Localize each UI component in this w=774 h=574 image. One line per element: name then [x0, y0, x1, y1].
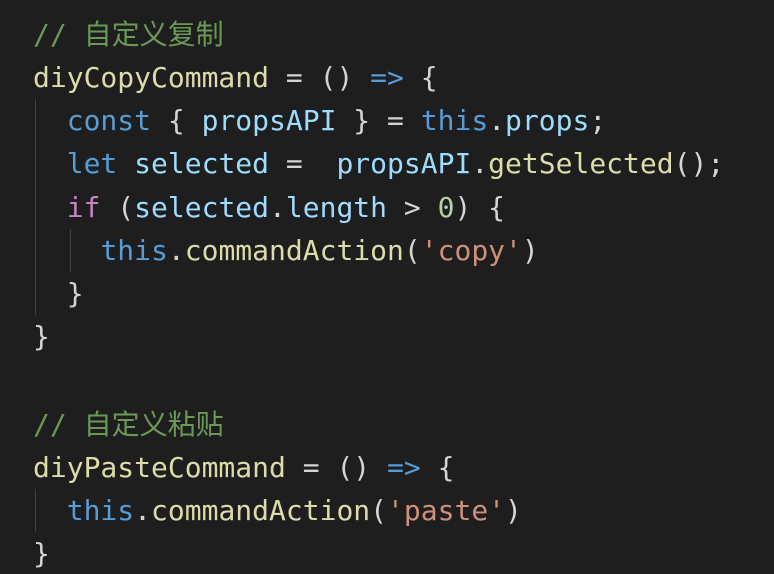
assign-token: = (): [269, 61, 371, 94]
gt-token: >: [387, 191, 438, 224]
close-brace-token: }: [66, 277, 84, 310]
close-brace-token: }: [33, 537, 50, 570]
command-action-method: commandAction: [184, 234, 404, 267]
assign-token: = (): [285, 451, 388, 484]
if-close-token: ) {: [454, 191, 506, 224]
paren-open-token: (: [370, 494, 388, 527]
semicolon-token: ;: [589, 104, 607, 137]
code-line-6: this.commandAction('copy'): [33, 229, 539, 272]
if-keyword: if: [66, 191, 101, 224]
code-line-2: diyCopyCommand = () => {: [33, 56, 438, 99]
paren-open-token: (: [403, 234, 421, 267]
code-line-13: }: [33, 532, 50, 574]
paste-string: 'paste': [387, 494, 506, 527]
props-property: props: [505, 104, 590, 137]
selected-variable: selected: [134, 191, 270, 224]
dot-token: .: [488, 104, 506, 137]
open-brace-token: {: [420, 451, 455, 484]
let-keyword: let: [66, 147, 118, 180]
code-line-8: }: [33, 315, 50, 358]
comment-paste: // 自定义粘贴: [33, 408, 224, 441]
code-line-5: if (selected.length > 0) {: [33, 186, 505, 229]
destructure-close: } =: [336, 104, 421, 137]
assign-token: =: [269, 147, 337, 180]
code-editor[interactable]: // 自定义复制 diyCopyCommand = () => { const …: [0, 0, 774, 574]
paren-close-token: ): [521, 234, 539, 267]
dot-token: .: [471, 147, 489, 180]
code-line-11: diyPasteCommand = () => {: [33, 446, 454, 489]
code-line-3: const { propsAPI } = this.props;: [33, 99, 606, 142]
comment-copy: // 自定义复制: [33, 18, 224, 51]
dot-token: .: [269, 191, 286, 224]
length-property: length: [285, 191, 388, 224]
get-selected-method: getSelected: [488, 147, 674, 180]
copy-string: 'copy': [420, 234, 522, 267]
call-token: ();: [673, 147, 725, 180]
this-keyword: this: [420, 104, 489, 137]
props-api-variable: propsAPI: [336, 147, 472, 180]
code-line-12: this.commandAction('paste'): [33, 489, 522, 532]
code-line-7: }: [33, 272, 84, 315]
selected-variable: selected: [134, 147, 270, 180]
dot-token: .: [167, 234, 185, 267]
this-keyword: this: [100, 234, 168, 267]
open-brace-token: {: [403, 61, 438, 94]
command-action-method: commandAction: [151, 494, 371, 527]
zero-literal: 0: [437, 191, 455, 224]
close-brace-token: }: [33, 320, 50, 353]
const-keyword: const: [66, 104, 152, 137]
arrow-token: =>: [370, 61, 404, 94]
if-open-token: (: [100, 191, 135, 224]
paren-close-token: ): [505, 494, 522, 527]
this-keyword: this: [66, 494, 135, 527]
function-name-copy: diyCopyCommand: [33, 61, 270, 94]
arrow-token: =>: [387, 451, 421, 484]
destructure-open: {: [151, 104, 202, 137]
props-api-variable: propsAPI: [201, 104, 337, 137]
code-line-10: // 自定义粘贴: [33, 403, 224, 446]
dot-token: .: [134, 494, 152, 527]
code-line-1: // 自定义复制: [33, 13, 224, 56]
function-name-paste: diyPasteCommand: [33, 451, 286, 484]
code-line-4: let selected = propsAPI.getSelected();: [33, 142, 724, 185]
